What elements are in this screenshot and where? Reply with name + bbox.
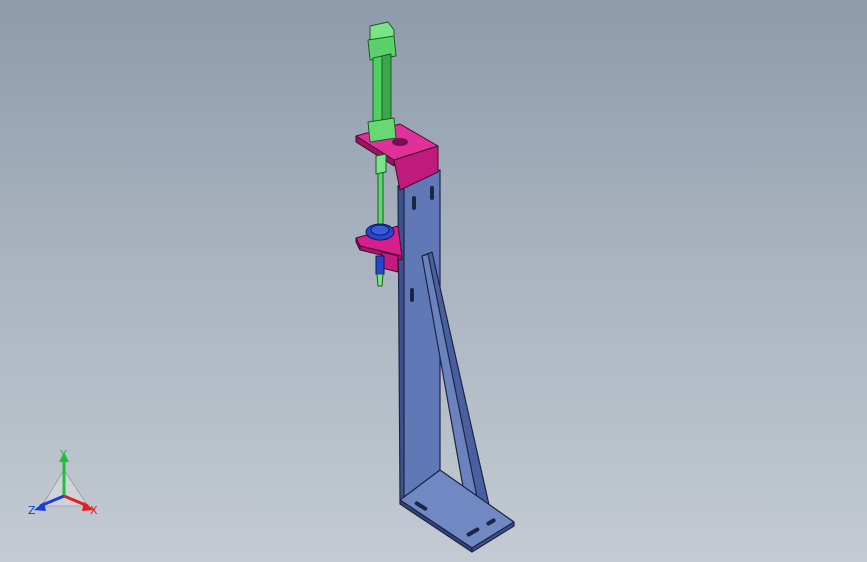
air-cylinder[interactable] (367, 21, 397, 227)
support-bracket[interactable] (397, 169, 515, 553)
z-axis-arrow (34, 502, 46, 511)
triad-x-label: X (90, 504, 98, 517)
triad-z-label: Z (28, 504, 36, 517)
graphics-viewport[interactable]: Y X Z (0, 0, 867, 562)
triad-y-label: Y (59, 448, 67, 461)
cad-model[interactable] (0, 0, 867, 562)
orientation-triad[interactable]: Y X Z (24, 448, 108, 524)
